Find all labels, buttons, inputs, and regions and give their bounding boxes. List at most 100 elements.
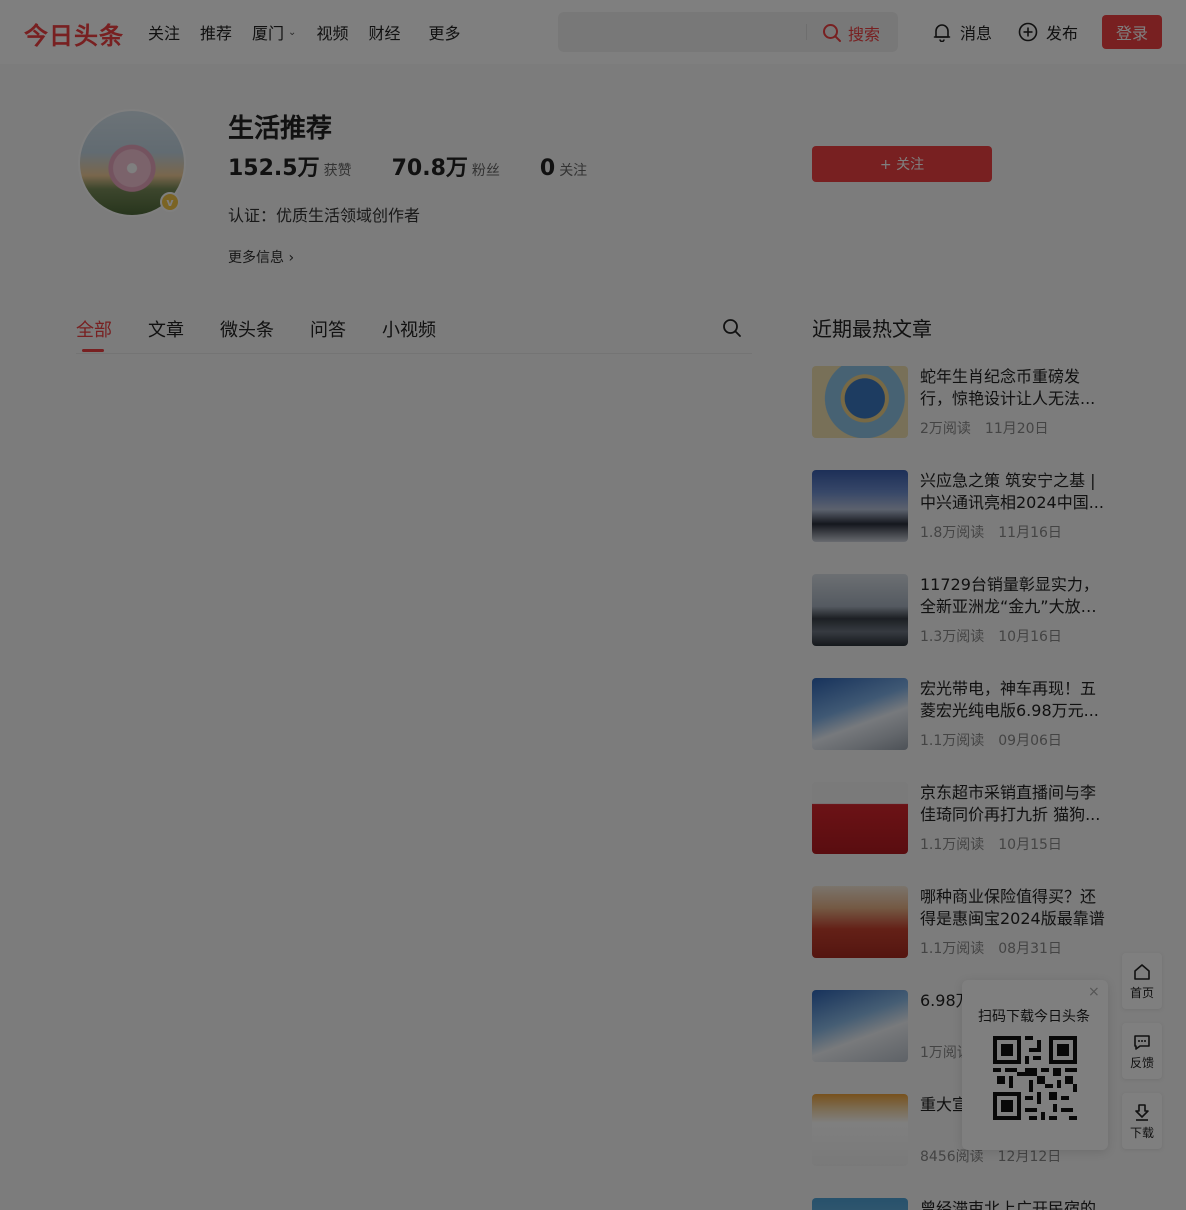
tab-articles[interactable]: 文章: [148, 316, 184, 342]
tab-search-button[interactable]: [722, 318, 742, 342]
hot-article-item[interactable]: 兴应急之策 筑安宁之基 | 中兴通讯亮相2024中国... 1.8万阅读 11月1…: [812, 470, 1122, 550]
nav-item-more[interactable]: 更多: [428, 20, 460, 44]
search-box: 搜索: [558, 12, 898, 52]
article-reads: 1.1万阅读: [920, 941, 985, 957]
article-title: 曾经滞束北上广开民宿的: [920, 1199, 1097, 1210]
messages-button[interactable]: 消息: [932, 20, 992, 44]
following-label: 关注: [559, 163, 588, 179]
nav-item-video[interactable]: 视频: [316, 20, 348, 44]
stat-fans[interactable]: 70.8万 粉丝: [392, 150, 500, 182]
content-tabs: 全部 文章 微头条 问答 小视频: [76, 314, 752, 354]
search-button[interactable]: 搜索: [822, 21, 880, 45]
article-title: 宏光带电，神车再现！五菱宏光纯电版6.98万元...: [920, 679, 1099, 720]
search-divider: [806, 24, 807, 40]
stat-following[interactable]: 0 关注: [540, 156, 587, 181]
stat-likes: 152.5万 获赞: [228, 150, 352, 182]
article-thumbnail: [812, 470, 908, 542]
article-date: 08月31日: [998, 941, 1062, 957]
hot-article-item[interactable]: 京东超市采销直播间与李佳琦同价再打九折 猫狗... 1.1万阅读 10月15日: [812, 782, 1122, 862]
more-info-link[interactable]: 更多信息 ›: [228, 247, 294, 267]
nav-item-recommend[interactable]: 推荐: [200, 20, 232, 44]
article-title: 京东超市采销直播间与李佳琦同价再打九折 猫狗...: [920, 783, 1101, 824]
qr-download-text: 扫码下载今日头条: [978, 1009, 1090, 1025]
article-thumbnail: [812, 782, 908, 854]
verified-icon: v: [160, 192, 180, 212]
article-meta: 1.3万阅读 10月16日: [920, 626, 1062, 646]
article-title: 11729台销量彰显实力，全新亚洲龙“金九”大放异彩: [920, 575, 1099, 616]
publish-label: 发布: [1046, 24, 1079, 43]
article-thumbnail: [812, 678, 908, 750]
article-thumbnail: [812, 366, 908, 438]
article-thumbnail: [812, 1094, 908, 1166]
article-reads: 1.3万阅读: [920, 629, 985, 645]
tab-micro-posts[interactable]: 微头条: [220, 316, 274, 342]
download-icon: [1135, 1103, 1149, 1121]
nav-item-city[interactable]: 厦门 ⌄: [252, 20, 296, 44]
side-home-button[interactable]: 首页: [1122, 953, 1162, 1009]
qr-download-popup: × 扫码下载今日头条: [962, 980, 1108, 1150]
article-date: 09月06日: [998, 733, 1062, 749]
article-title: 蛇年生肖纪念币重磅发行，惊艳设计让人无法...: [920, 367, 1096, 408]
nav-label: 关注: [148, 24, 181, 43]
tab-qa[interactable]: 问答: [310, 316, 346, 342]
login-button[interactable]: 登录: [1102, 15, 1162, 49]
messages-label: 消息: [960, 24, 993, 43]
hot-article-item[interactable]: 11729台销量彰显实力，全新亚洲龙“金九”大放异彩 1.3万阅读 10月16日: [812, 574, 1122, 654]
article-reads: 2万阅读: [920, 421, 971, 437]
nav-label: 推荐: [200, 24, 233, 43]
tab-short-videos[interactable]: 小视频: [382, 316, 436, 342]
article-date: 10月15日: [998, 837, 1062, 853]
side-download-button[interactable]: 下载: [1122, 1093, 1162, 1149]
chat-icon: [1134, 1034, 1150, 1050]
hot-article-item[interactable]: 蛇年生肖纪念币重磅发行，惊艳设计让人无法... 2万阅读 11月20日: [812, 366, 1122, 446]
site-logo[interactable]: 今日头条: [24, 16, 124, 51]
article-reads: 1.1万阅读: [920, 733, 985, 749]
nav-label: 视频: [316, 24, 349, 43]
article-meta: 1.8万阅读 11月16日: [920, 522, 1062, 542]
article-meta: 1.1万阅读 09月06日: [920, 730, 1062, 750]
hot-articles-title: 近期最热文章: [812, 317, 932, 341]
hot-article-item[interactable]: 哪种商业保险值得买？还得是惠闽宝2024版最靠谱 1.1万阅读 08月31日: [812, 886, 1122, 966]
likes-label: 获赞: [323, 163, 352, 179]
article-title: 哪种商业保险值得买？还得是惠闽宝2024版最靠谱: [920, 887, 1105, 928]
close-icon[interactable]: ×: [1088, 984, 1100, 1000]
certification-text: 认证：优质生活领域创作者: [228, 206, 421, 225]
nav-label: 财经: [368, 24, 401, 43]
bell-icon: [933, 24, 951, 42]
active-tab-indicator: [82, 349, 104, 352]
main-nav: 关注 推荐 厦门 ⌄ 视频 财经 更多: [148, 20, 480, 44]
article-date: 10月16日: [998, 629, 1062, 645]
article-date: 11月16日: [998, 525, 1062, 541]
nav-label: 更多: [428, 24, 461, 43]
qr-code-image: [993, 1036, 1077, 1120]
nav-item-follow[interactable]: 关注: [148, 20, 180, 44]
article-title: 兴应急之策 筑安宁之基 | 中兴通讯亮相2024中国...: [920, 471, 1104, 512]
hot-article-item[interactable]: 宏光带电，神车再现！五菱宏光纯电版6.98万元... 1.1万阅读 09月06日: [812, 678, 1122, 758]
article-meta: 1.1万阅读 10月15日: [920, 834, 1062, 854]
search-icon: [823, 24, 841, 42]
article-meta: 2万阅读 11月20日: [920, 418, 1049, 438]
follow-button[interactable]: + 关注: [812, 146, 992, 182]
article-thumbnail: [812, 886, 908, 958]
plus-circle-icon: [1018, 22, 1038, 42]
fans-label: 粉丝: [471, 163, 500, 179]
chevron-down-icon: ⌄: [288, 26, 297, 38]
nav-label: 厦门: [252, 24, 285, 43]
article-reads: 1.8万阅读: [920, 525, 985, 541]
article-thumbnail: [812, 574, 908, 646]
nav-item-finance[interactable]: 财经: [368, 20, 400, 44]
search-icon: [723, 319, 741, 337]
side-feedback-button[interactable]: 反馈: [1122, 1023, 1162, 1079]
article-thumbnail: [812, 1198, 908, 1210]
article-reads: 8456阅读: [920, 1149, 984, 1165]
side-feedback-label: 反馈: [1129, 1055, 1154, 1070]
article-date: 12月12日: [997, 1149, 1062, 1165]
publish-button[interactable]: 发布: [1018, 20, 1078, 44]
hot-article-item[interactable]: 曾经滞束北上广开民宿的: [812, 1198, 1122, 1210]
article-date: 11月20日: [984, 421, 1049, 437]
side-home-label: 首页: [1129, 985, 1154, 1000]
tab-all[interactable]: 全部: [76, 316, 112, 342]
search-input[interactable]: [568, 18, 798, 46]
side-download-label: 下载: [1129, 1125, 1154, 1140]
profile-stats: 152.5万 获赞 70.8万 粉丝 0 关注: [228, 150, 627, 182]
